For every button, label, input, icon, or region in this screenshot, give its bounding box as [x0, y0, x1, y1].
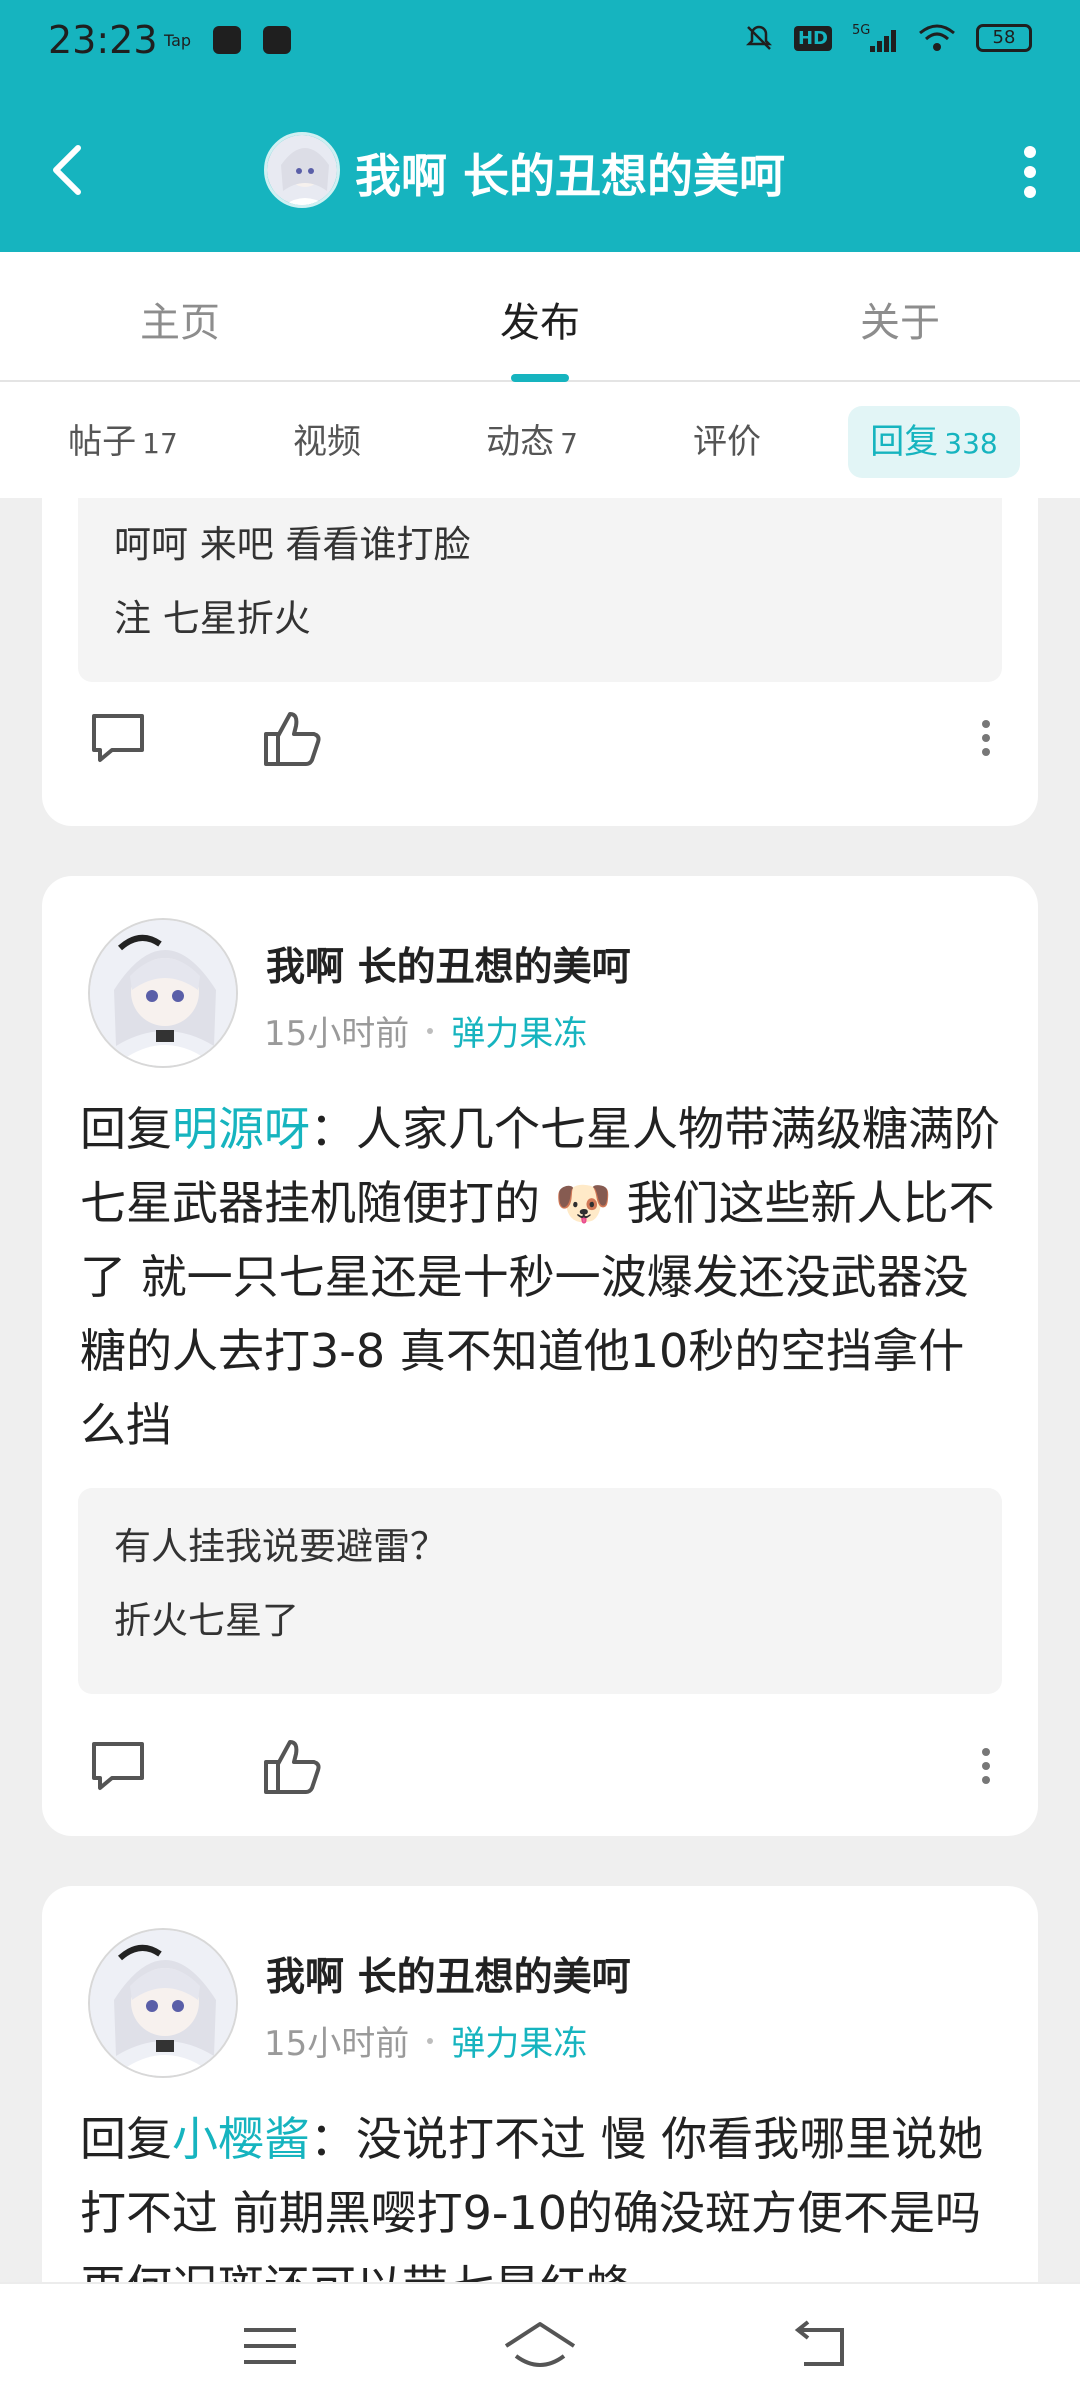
status-right-icons: HD 5G 58	[744, 22, 1032, 54]
subtab-count: 338	[944, 427, 998, 460]
system-nav-bar	[0, 2282, 1080, 2408]
quote-line: 折火七星了	[114, 1599, 299, 1642]
top-header: 23:23 Tap HD 5G 58 我啊 长的丑想的美呵	[0, 0, 1080, 252]
subtab-count: 7	[560, 427, 578, 460]
header-title: 我啊 长的丑想的美呵	[355, 149, 786, 203]
author-avatar[interactable]	[88, 918, 238, 1068]
quoted-post[interactable]: 有人挂我说要避雷？ 折火七星了	[78, 1488, 1002, 1694]
tab-active-indicator	[511, 374, 569, 382]
more-vertical-icon[interactable]	[966, 706, 1006, 770]
game-link[interactable]: 弹力果冻	[451, 1006, 587, 1055]
author-name[interactable]: 我啊 长的丑想的美呵	[266, 1946, 631, 2002]
quoted-post[interactable]: 呵呵 来吧 看看谁打脸 注 七星折火	[78, 498, 1002, 682]
subtab-count: 17	[142, 427, 178, 460]
quote-line: 呵呵 来吧 看看谁打脸	[114, 523, 471, 566]
card-actions	[42, 706, 1038, 786]
cat-icon	[263, 26, 292, 54]
subtab-label: 回复	[870, 422, 939, 462]
reply-prefix: 回复	[80, 2112, 172, 2166]
status-left-icons: Tap	[164, 26, 292, 54]
subtab-label: 视频	[293, 422, 361, 462]
back-arrow-icon[interactable]	[48, 144, 88, 196]
reply-body[interactable]: 回复明源呀：人家几个七星人物带满级糖满阶七星武器挂机随便打的 🐶 我们这些新人比…	[80, 1092, 1000, 1462]
author-avatar[interactable]	[88, 1928, 238, 2078]
separator-dot	[427, 2037, 434, 2044]
wifi-icon	[919, 24, 955, 51]
subtab-reviews[interactable]: 评价	[660, 406, 800, 478]
quote-line: 注 七星折火	[114, 597, 311, 640]
like-icon[interactable]	[260, 1734, 324, 1798]
content-subtabs: 帖子 17 视频 动态 7 评价 回复 338	[0, 382, 1080, 498]
reply-card[interactable]: 我啊 长的丑想的美呵 15小时前 弹力果冻 回复明源呀：人家几个七星人物带满级糖…	[42, 876, 1038, 1836]
card-icon	[213, 26, 242, 54]
tap-icon: Tap	[164, 30, 192, 50]
mention-link[interactable]: 小樱酱	[172, 2112, 310, 2166]
tab-publish[interactable]: 发布	[430, 290, 650, 348]
battery-indicator: 58	[976, 24, 1032, 52]
subtab-moments[interactable]: 动态 7	[462, 406, 602, 478]
author-name[interactable]: 我啊 长的丑想的美呵	[266, 936, 631, 992]
subtab-label: 评价	[693, 422, 761, 462]
reply-prefix: 回复	[80, 1102, 172, 1156]
svg-text:5G: 5G	[852, 23, 870, 38]
subtab-posts[interactable]: 帖子 17	[48, 406, 198, 478]
header-avatar[interactable]	[264, 132, 340, 208]
menu-icon[interactable]	[230, 2316, 310, 2376]
game-link[interactable]: 弹力果冻	[451, 2016, 587, 2065]
separator-dot	[427, 1027, 434, 1034]
post-meta: 15小时前 弹力果冻	[264, 1006, 587, 1055]
comment-icon[interactable]	[86, 706, 150, 770]
comment-icon[interactable]	[86, 1734, 150, 1798]
more-vertical-icon[interactable]	[966, 1734, 1006, 1798]
card-actions	[42, 1734, 1038, 1814]
profile-tabs: 主页 发布 关于	[0, 252, 1080, 382]
post-meta: 15小时前 弹力果冻	[264, 2016, 587, 2065]
subtab-label: 帖子	[68, 422, 137, 462]
back-icon[interactable]	[780, 2316, 860, 2376]
status-bar: 23:23 Tap HD 5G 58	[0, 0, 1080, 84]
post-time: 15小时前	[264, 2024, 410, 2064]
tab-about[interactable]: 关于	[790, 290, 1010, 348]
mention-link[interactable]: 明源呀	[172, 1102, 310, 1156]
status-time: 23:23	[48, 18, 158, 62]
hd-icon: HD	[793, 25, 832, 51]
quote-line: 有人挂我说要避雷？	[114, 1525, 447, 1568]
nav-row: 我啊 长的丑想的美呵	[0, 120, 1080, 220]
home-icon[interactable]	[500, 2316, 580, 2376]
reply-feed: 呵呵 来吧 看看谁打脸 注 七星折火 我啊 长的丑想的美呵 15小时前 弹力果冻…	[0, 498, 1080, 2282]
reply-body[interactable]: 回复小樱酱：没说打不过 慢 你看我哪里说她打不过 前期黑嘤打9-10的确没斑方便…	[80, 2102, 1000, 2282]
more-vertical-icon[interactable]	[1010, 142, 1050, 202]
reply-card[interactable]: 呵呵 来吧 看看谁打脸 注 七星折火	[42, 498, 1038, 826]
tab-home[interactable]: 主页	[70, 290, 290, 348]
signal-5g-icon: 5G	[852, 23, 896, 52]
post-time: 15小时前	[264, 1014, 410, 1054]
subtab-replies[interactable]: 回复 338	[848, 406, 1020, 478]
reply-card[interactable]: 我啊 长的丑想的美呵 15小时前 弹力果冻 回复小樱酱：没说打不过 慢 你看我哪…	[42, 1886, 1038, 2282]
like-icon[interactable]	[260, 706, 324, 770]
subtab-videos[interactable]: 视频	[260, 406, 400, 478]
subtab-label: 动态	[486, 422, 555, 462]
mute-icon	[745, 25, 773, 50]
